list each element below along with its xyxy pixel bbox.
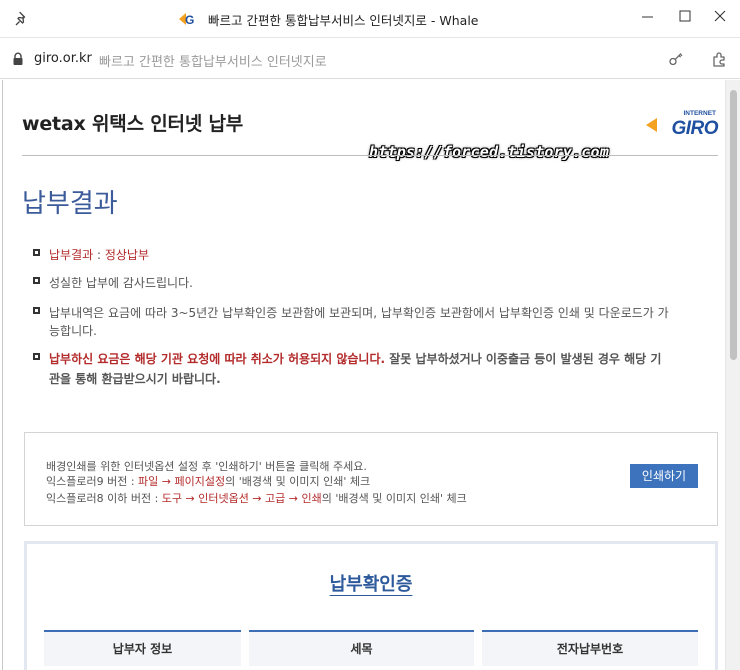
- giro-logo[interactable]: INTERNET GIRO: [644, 106, 720, 138]
- ie8-suffix: 의 '배경색 및 이미지 인쇄' 체크: [321, 492, 467, 505]
- storage-info-line1: 납부내역은 요금에 따라 3~5년간 납부확인증 보관함에 보관되며, 납부확인…: [49, 306, 669, 320]
- print-instructions-box: 배경인쇄를 위한 인터넷옵션 설정 후 '인쇄하기' 버튼을 클릭해 주세요. …: [24, 432, 718, 526]
- scrollbar-thumb[interactable]: [730, 90, 737, 360]
- result-status-label: 납부결과: [49, 248, 94, 262]
- result-status: 납부결과 : 정상납부: [49, 246, 149, 263]
- ie8-prefix: 익스플로러8 이하 버전 :: [46, 492, 162, 505]
- pin-icon[interactable]: [14, 11, 30, 27]
- ie8-menu-path: 도구 → 인터넷옵션 → 고급 → 인쇄: [161, 492, 322, 505]
- close-icon[interactable]: [705, 4, 735, 30]
- site-title: wetax 위택스 인터넷 납부: [22, 113, 244, 135]
- lock-icon: [13, 52, 23, 65]
- svg-text:G: G: [185, 13, 194, 26]
- key-icon[interactable]: [668, 51, 684, 67]
- ie8-instruction: 익스플로러8 이하 버전 : 도구 → 인터넷옵션 → 고급 → 인쇄의 '배경…: [46, 490, 467, 506]
- bullet-icon: [33, 277, 40, 284]
- bullet-icon: [33, 249, 40, 256]
- cancel-notice-line1: 납부하신 요금은 해당 기관 요청에 따라 취소가 허용되지 않습니다. 잘못 …: [49, 350, 661, 367]
- header-divider: [22, 155, 718, 156]
- ie9-menu-path: 파일 → 페이지설정: [138, 475, 226, 488]
- minimize-icon[interactable]: [633, 4, 663, 30]
- result-status-separator: :: [93, 248, 105, 262]
- thanks-text: 성실한 납부에 감사드립니다.: [49, 276, 193, 290]
- logo-giro-text: GIRO: [671, 118, 718, 138]
- column-header-payment-number: 전자납부번호: [482, 630, 698, 666]
- watermark-text: https://forced.tistory.com: [369, 143, 609, 161]
- cancel-notice-highlight: 납부하신 요금은 해당 기관 요청에 따라 취소가 허용되지 않습니다.: [49, 352, 386, 366]
- result-status-value: 정상납부: [104, 248, 150, 262]
- url-text[interactable]: giro.or.kr: [34, 51, 92, 66]
- column-header-payer-info: 납부자 정보: [44, 630, 241, 666]
- column-header-tax-item: 세목: [249, 630, 474, 666]
- vertical-scrollbar[interactable]: [725, 80, 740, 670]
- ie9-instruction: 익스플로러9 버전 : 파일 → 페이지설정의 '배경색 및 이미지 인쇄' 체…: [46, 473, 370, 489]
- ie9-suffix: 의 '배경색 및 이미지 인쇄' 체크: [225, 475, 371, 488]
- cancel-notice-rest: 잘못 납부하셨거나 이중출금 등이 발생된 경우 해당 기: [385, 352, 662, 366]
- extension-icon[interactable]: [710, 49, 730, 69]
- page-content: wetax 위택스 인터넷 납부 INTERNET GIRO https://f…: [2, 80, 724, 670]
- certificate-title: 납부확인증: [329, 574, 413, 595]
- storage-info-line2: 능합니다.: [49, 324, 97, 338]
- print-instruction-line: 배경인쇄를 위한 인터넷옵션 설정 후 '인쇄하기' 버튼을 클릭해 주세요.: [46, 460, 367, 473]
- logo-arrow-icon: [646, 118, 657, 132]
- certificate-box: 납부확인증 납부자 정보 세목 전자납부번호: [24, 541, 718, 670]
- page-title: 납부결과: [22, 189, 118, 219]
- logo-internet-text: INTERNET: [684, 110, 717, 117]
- bullet-icon: [33, 353, 40, 360]
- title-bar: G 빠르고 간편한 통합납부서비스 인터넷지로 - Whale: [0, 0, 740, 38]
- maximize-icon[interactable]: [670, 4, 700, 30]
- address-bar[interactable]: giro.or.kr 빠르고 간편한 통합납부서비스 인터넷지로: [0, 39, 740, 79]
- cancel-notice-line2: 관을 통해 환급받으시기 바랍니다.: [49, 372, 221, 386]
- giro-favicon: G: [179, 13, 194, 26]
- window-title: 빠르고 간편한 통합납부서비스 인터넷지로 - Whale: [208, 13, 479, 28]
- print-button[interactable]: 인쇄하기: [630, 464, 698, 488]
- url-page-title: 빠르고 간편한 통합납부서비스 인터넷지로: [99, 55, 327, 70]
- ie9-prefix: 익스플로러9 버전 :: [46, 475, 139, 488]
- bullet-icon: [33, 307, 40, 314]
